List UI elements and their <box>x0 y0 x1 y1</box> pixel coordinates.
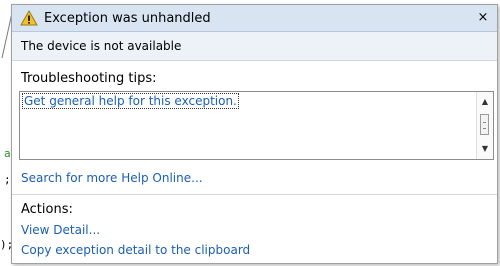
section-divider <box>12 194 497 195</box>
warning-icon <box>20 9 38 26</box>
scroll-down-icon[interactable]: ▼ <box>477 142 493 156</box>
popup-title-bar: Exception was unhandled × <box>12 5 497 32</box>
troubleshooting-list: Get general help for this exception. ▲ ▼ <box>19 91 494 160</box>
tips-scrollbar[interactable]: ▲ ▼ <box>476 92 493 159</box>
close-icon[interactable]: × <box>475 10 491 26</box>
copy-exception-detail-link[interactable]: Copy exception detail to the clipboard <box>21 243 250 257</box>
tip-link-general-help[interactable]: Get general help for this exception. <box>22 93 239 109</box>
actions-heading: Actions: <box>21 202 73 217</box>
code-fragment: ; <box>4 173 11 186</box>
view-detail-link[interactable]: View Detail... <box>21 223 100 237</box>
exception-message-band: The device is not available <box>12 32 497 61</box>
exception-assistant-popup: Exception was unhandled × The device is … <box>11 4 498 264</box>
scrollbar-thumb[interactable] <box>480 114 489 135</box>
troubleshooting-heading: Troubleshooting tips: <box>21 71 157 86</box>
code-editor-background: a ; ); Exception was unhandled × The dev… <box>0 0 500 266</box>
search-help-online-link[interactable]: Search for more Help Online... <box>21 171 203 185</box>
scroll-up-icon[interactable]: ▲ <box>477 95 493 109</box>
code-fragment: a <box>4 147 11 160</box>
exception-message: The device is not available <box>21 39 182 53</box>
popup-title: Exception was unhandled <box>44 10 211 26</box>
